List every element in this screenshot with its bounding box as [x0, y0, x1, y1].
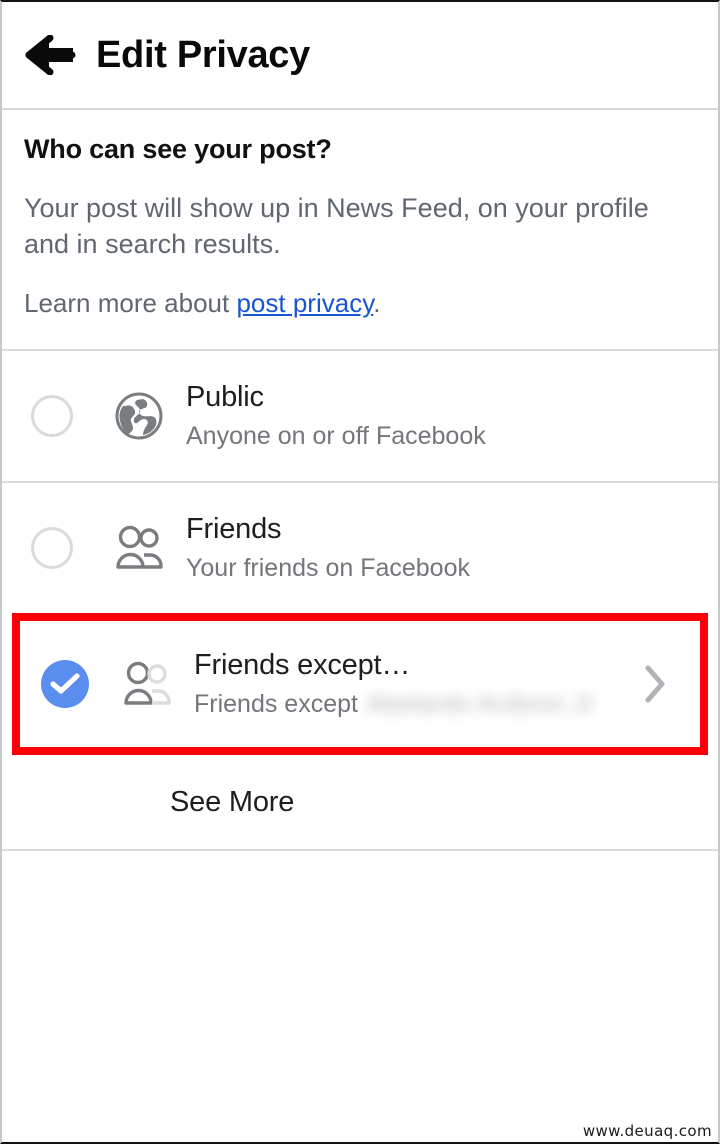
- chevron-right-icon[interactable]: [628, 664, 682, 704]
- learn-more-suffix: .: [373, 288, 381, 319]
- option-row-friends-except[interactable]: Friends except… Friends except Abelardo A…: [20, 621, 700, 748]
- edit-privacy-screen: Edit Privacy Who can see your post? Your…: [0, 0, 720, 1144]
- option-subtitle-text: Anyone on or off Facebook: [186, 421, 486, 450]
- learn-more-prefix: Learn more about: [24, 288, 237, 319]
- option-row-friends[interactable]: Friends Your friends on Facebook: [2, 483, 718, 614]
- highlight-box: Friends except… Friends except Abelardo A…: [12, 613, 708, 756]
- option-subtitle: Your friends on Facebook: [186, 552, 700, 585]
- app-header: Edit Privacy: [2, 2, 718, 110]
- privacy-options-list: Public Anyone on or off Facebook Friends…: [2, 349, 718, 852]
- option-text-public: Public Anyone on or off Facebook: [176, 380, 700, 452]
- option-text-friends: Friends Your friends on Facebook: [176, 512, 700, 584]
- radio-slot-friends-except[interactable]: [20, 660, 110, 709]
- section-heading: Who can see your post?: [24, 134, 332, 164]
- post-privacy-link[interactable]: post privacy: [236, 288, 373, 318]
- option-title: Friends: [186, 513, 282, 546]
- option-subtitle: Friends except Abelardo Acibron Jr: [194, 688, 628, 721]
- learn-more-line: Learn more about post privacy.: [24, 288, 696, 319]
- option-title: Friends except…: [194, 649, 411, 682]
- arrow-left-icon: [25, 35, 77, 75]
- back-button[interactable]: [20, 24, 82, 86]
- globe-icon: [102, 390, 176, 442]
- intro-section: Who can see your post? Your post will sh…: [2, 110, 718, 319]
- section-description: Your post will show up in News Feed, on …: [24, 193, 649, 259]
- two-people-icon: [102, 523, 176, 573]
- watermark: www.deuaq.com: [582, 1122, 712, 1140]
- option-text-friends-except: Friends except… Friends except Abelardo A…: [184, 648, 628, 720]
- empty-area: www.deuaq.com: [2, 851, 718, 1142]
- option-subtitle-text: Friends except: [194, 689, 358, 718]
- option-title: Public: [186, 381, 264, 414]
- option-row-public[interactable]: Public Anyone on or off Facebook: [2, 351, 718, 482]
- radio-slot-friends[interactable]: [2, 527, 102, 570]
- redacted-name: Abelardo Acibron Jr: [366, 689, 595, 718]
- radio-unselected-icon[interactable]: [31, 395, 73, 438]
- radio-slot-public[interactable]: [2, 395, 102, 438]
- option-subtitle: Anyone on or off Facebook: [186, 420, 700, 453]
- radio-selected-icon[interactable]: [41, 660, 89, 709]
- person-except-icon: [110, 659, 184, 709]
- page-title: Edit Privacy: [96, 33, 310, 76]
- option-subtitle-text: Your friends on Facebook: [186, 553, 470, 582]
- radio-unselected-icon[interactable]: [31, 527, 73, 570]
- see-more-label: See More: [170, 785, 295, 818]
- see-more-row[interactable]: See More: [2, 755, 718, 850]
